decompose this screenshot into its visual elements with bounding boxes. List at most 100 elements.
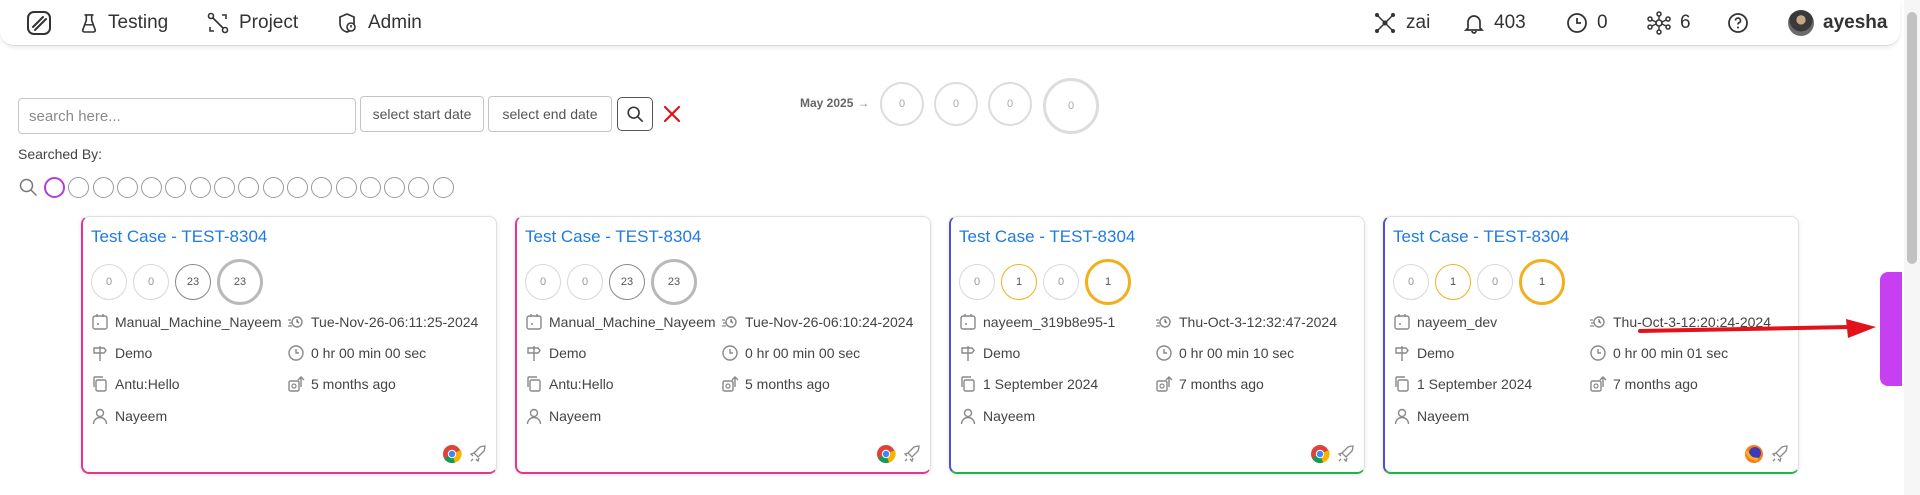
scrollbar-thumb[interactable] xyxy=(1907,12,1917,264)
run-timestamp: Thu-Oct-3-12:32:47-2024 xyxy=(1155,313,1337,331)
search-button[interactable] xyxy=(617,97,653,131)
chrome-icon xyxy=(442,444,462,464)
machine-name: Manual_Machine_Nayeem xyxy=(525,313,716,331)
test-case-card[interactable]: Test Case - TEST-8304 0 1 0 1 nayeem_dev… xyxy=(1383,216,1799,474)
card-stat-circles: 0 1 0 1 xyxy=(959,259,1131,305)
nav-testing[interactable]: Testing xyxy=(80,10,168,36)
card-icons xyxy=(442,444,488,464)
clock-button[interactable]: 0 xyxy=(1566,10,1608,36)
card-title-link[interactable]: Test Case - TEST-8304 xyxy=(1393,227,1569,247)
filter-option-14[interactable] xyxy=(359,176,381,198)
clock-icon xyxy=(721,344,739,362)
nav-admin[interactable]: Admin xyxy=(336,10,422,36)
upload-time-icon xyxy=(721,375,739,393)
timer-icon xyxy=(287,313,305,331)
rocket-icon[interactable] xyxy=(1770,444,1790,464)
filter-option-12[interactable] xyxy=(311,176,333,198)
card-stat-circles: 0 1 0 1 xyxy=(1393,259,1565,305)
firefox-icon xyxy=(1744,444,1764,464)
build-label: Antu:Hello xyxy=(525,375,614,393)
filter-option-6[interactable] xyxy=(165,176,187,198)
run-duration: 0 hr 00 min 00 sec xyxy=(287,344,426,362)
filter-search-icon xyxy=(18,177,38,197)
filter-option-9[interactable] xyxy=(238,176,260,198)
time-ago: 7 months ago xyxy=(1155,375,1264,393)
machine-name-text: Manual_Machine_Nayeem xyxy=(549,314,716,330)
copy-icon xyxy=(525,375,543,393)
machine-icon xyxy=(525,313,543,331)
clear-search-button[interactable] xyxy=(661,103,683,125)
test-case-card[interactable]: Test Case - TEST-8304 0 0 23 23 Manual_M… xyxy=(81,216,497,474)
rocket-icon[interactable] xyxy=(902,444,922,464)
help-button[interactable] xyxy=(1727,10,1749,36)
app-logo-icon[interactable] xyxy=(26,10,52,36)
card-title-link[interactable]: Test Case - TEST-8304 xyxy=(91,227,267,247)
filter-option-5[interactable] xyxy=(141,176,163,198)
filter-option-10[interactable] xyxy=(262,176,284,198)
zai-label: zai xyxy=(1406,12,1431,33)
time-ago: 5 months ago xyxy=(287,375,396,393)
user-menu[interactable]: ayesha xyxy=(1788,10,1887,36)
filter-option-17[interactable] xyxy=(432,176,454,198)
card-title-link[interactable]: Test Case - TEST-8304 xyxy=(525,227,701,247)
run-duration: 0 hr 00 min 00 sec xyxy=(721,344,860,362)
month-stat-2: 0 xyxy=(934,82,978,126)
rocket-icon[interactable] xyxy=(1336,444,1356,464)
side-panel-tab[interactable] xyxy=(1880,272,1902,386)
filter-option-8[interactable] xyxy=(214,176,236,198)
filter-option-1[interactable] xyxy=(44,176,65,198)
filter-option-3[interactable] xyxy=(92,176,114,198)
nav-project-label: Project xyxy=(239,12,299,33)
clock-icon xyxy=(1155,344,1173,362)
filter-option-16[interactable] xyxy=(408,176,430,198)
run-duration-text: 0 hr 00 min 10 sec xyxy=(1179,345,1295,361)
filter-option-4[interactable] xyxy=(116,176,138,198)
time-ago-text: 5 months ago xyxy=(745,376,830,392)
stat-circle-1: 0 xyxy=(91,264,127,300)
card-icons xyxy=(1310,444,1356,464)
card-icons xyxy=(1744,444,1790,464)
run-user: Nayeem xyxy=(1393,407,1469,425)
flask-icon xyxy=(80,12,98,34)
timer-icon xyxy=(1589,313,1607,331)
timer-icon xyxy=(1155,313,1173,331)
time-ago-text: 5 months ago xyxy=(311,376,396,392)
test-case-card[interactable]: Test Case - TEST-8304 0 1 0 1 nayeem_319… xyxy=(949,216,1365,474)
filter-option-7[interactable] xyxy=(189,176,211,198)
stat-circle-1: 0 xyxy=(525,264,561,300)
build-label-text: Antu:Hello xyxy=(115,376,180,392)
user-icon xyxy=(525,407,543,425)
month-stat-1: 0 xyxy=(880,82,924,126)
signpost-icon xyxy=(1393,344,1411,362)
nav-project[interactable]: Project xyxy=(207,10,298,36)
signpost-icon xyxy=(525,344,543,362)
stat-circle-3: 0 xyxy=(1043,264,1079,300)
month-stat-3: 0 xyxy=(988,82,1032,126)
search-input[interactable] xyxy=(18,98,356,134)
test-case-card[interactable]: Test Case - TEST-8304 0 0 23 23 Manual_M… xyxy=(515,216,931,474)
run-duration: 0 hr 00 min 01 sec xyxy=(1589,344,1728,362)
network-count: 6 xyxy=(1680,12,1691,33)
nav-testing-label: Testing xyxy=(108,12,169,33)
card-title-link[interactable]: Test Case - TEST-8304 xyxy=(959,227,1135,247)
filter-option-15[interactable] xyxy=(384,176,406,198)
zai-menu[interactable]: zai xyxy=(1373,10,1430,36)
run-user: Nayeem xyxy=(91,407,167,425)
upload-time-icon xyxy=(287,375,305,393)
filter-option-2[interactable] xyxy=(68,176,90,198)
signpost-icon xyxy=(91,344,109,362)
run-duration-text: 0 hr 00 min 01 sec xyxy=(1613,345,1729,361)
stat-circle-3: 23 xyxy=(609,264,645,300)
time-ago-text: 7 months ago xyxy=(1613,376,1698,392)
filter-option-13[interactable] xyxy=(335,176,357,198)
environment-text: Demo xyxy=(115,345,153,361)
start-date-picker[interactable]: select start date xyxy=(360,96,484,132)
machine-name-text: nayeem_319b8e95-1 xyxy=(983,314,1116,330)
card-stat-circles: 0 0 23 23 xyxy=(91,259,263,305)
rocket-icon[interactable] xyxy=(468,444,488,464)
notifications-button[interactable]: 403 xyxy=(1463,10,1526,36)
network-button[interactable]: 6 xyxy=(1647,10,1691,36)
filter-option-11[interactable] xyxy=(286,176,308,198)
end-date-picker[interactable]: select end date xyxy=(488,96,612,132)
timer-icon xyxy=(721,313,739,331)
